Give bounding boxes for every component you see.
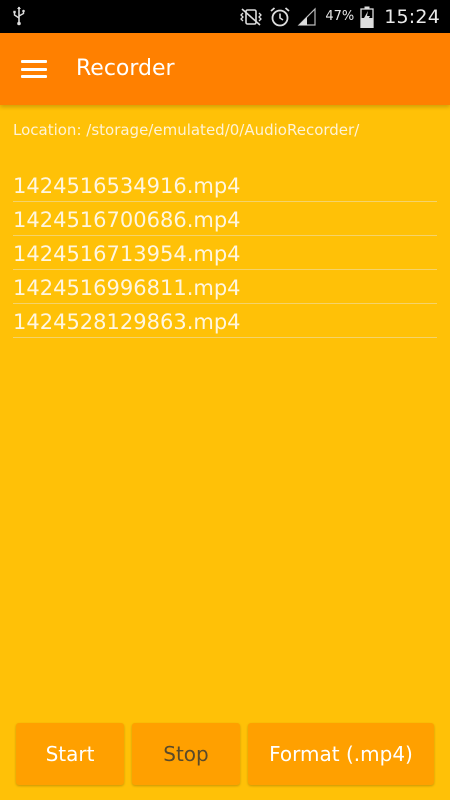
usb-icon — [13, 6, 25, 26]
list-item[interactable]: 1424516996811.mp4 — [13, 270, 437, 304]
alarm-icon — [270, 6, 290, 26]
list-item[interactable]: 1424528129863.mp4 — [13, 304, 437, 338]
clock: 15:24 — [384, 5, 440, 28]
menu-button[interactable] — [10, 47, 58, 91]
status-bar: 47% 15:24 — [0, 0, 450, 33]
control-buttons: Start Stop Format (.mp4) — [16, 723, 434, 785]
format-button[interactable]: Format (.mp4) — [248, 723, 434, 785]
battery-percent: 47% — [325, 9, 355, 24]
stop-button[interactable]: Stop — [132, 723, 240, 785]
recordings-list: 1424516534916.mp4 1424516700686.mp4 1424… — [13, 168, 437, 338]
start-button[interactable]: Start — [16, 723, 124, 785]
battery-charging-icon — [360, 6, 374, 28]
list-item[interactable]: 1424516534916.mp4 — [13, 168, 437, 202]
signal-icon — [297, 7, 316, 26]
location-label: Location: /storage/emulated/0/AudioRecor… — [13, 121, 360, 139]
app-title: Recorder — [76, 56, 175, 81]
list-item[interactable]: 1424516713954.mp4 — [13, 236, 437, 270]
vibrate-icon — [240, 7, 263, 26]
list-item[interactable]: 1424516700686.mp4 — [13, 202, 437, 236]
status-icons: 47% 15:24 — [239, 0, 440, 33]
hamburger-menu-icon — [21, 60, 47, 78]
app-bar: Recorder — [0, 33, 450, 105]
